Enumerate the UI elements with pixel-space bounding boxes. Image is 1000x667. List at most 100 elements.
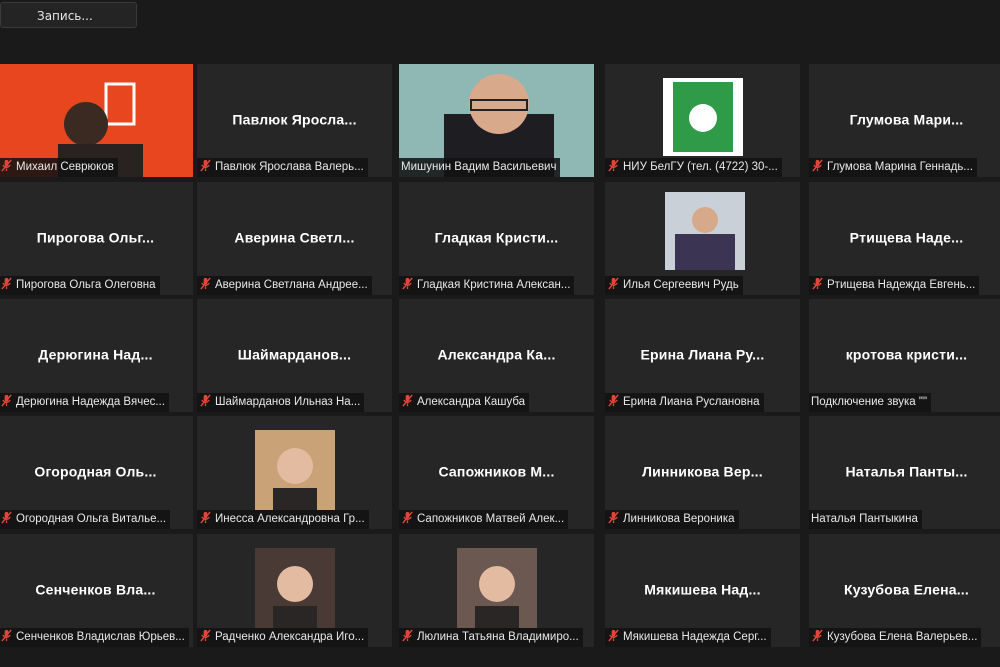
participant-name: Сапожников Матвей Алек... xyxy=(417,513,565,525)
participant-name: Михаил Севрюков xyxy=(16,161,114,173)
participant-name-label: Мишунин Вадим Васильевич xyxy=(399,158,561,177)
participant-name: Подключение звука "" xyxy=(811,396,928,408)
participant-name: Глумова Марина Геннадь... xyxy=(827,161,973,173)
participant-name-label: Аверина Светлана Андрее... xyxy=(197,276,372,295)
participant-name-label: Пирогова Ольга Олеговна xyxy=(0,276,160,295)
participant-name: Ерина Лиана Руслановна xyxy=(623,396,760,408)
participant-tile[interactable]: Глумова Мари... Глумова Марина Геннадь... xyxy=(809,64,1000,177)
university-logo xyxy=(663,78,743,156)
participant-name-display: Павлюк Яросла... xyxy=(232,110,357,127)
participant-name-label: Инесса Александровна Гр... xyxy=(197,510,369,529)
participant-gallery: Михаил Севрюков Павлюк Яросла... Павлюк Яр… xyxy=(0,64,1000,654)
participant-name: Кузубова Елена Валерьев... xyxy=(827,631,978,643)
participant-name-display: Сапожников М... xyxy=(438,462,555,479)
participant-tile[interactable]: Илья Сергеевич Рудь xyxy=(605,182,800,295)
participant-photo xyxy=(255,548,335,628)
participant-name-label: Гладкая Кристина Алексан... xyxy=(399,276,575,295)
mic-muted-icon xyxy=(200,277,211,290)
participant-tile[interactable]: Сапожников М... Сапожников Матвей Алек... xyxy=(399,416,594,529)
participant-tile[interactable]: Дерюгина Над... Дерюгина Надежда Вячес... xyxy=(0,299,193,412)
participant-name: Шаймарданов Ильназ На... xyxy=(215,396,361,408)
mic-muted-icon xyxy=(402,629,413,642)
participant-name: Аверина Светлана Андрее... xyxy=(215,279,368,291)
participant-name: Сенченков Владислав Юрьев... xyxy=(16,631,185,643)
participant-name-label: Дерюгина Надежда Вячес... xyxy=(0,393,169,412)
participant-tile[interactable]: Кузубова Елена... Кузубова Елена Валерьев… xyxy=(809,534,1000,647)
participant-tile[interactable]: Ртищева Наде... Ртищева Надежда Евгень... xyxy=(809,182,1000,295)
participant-name-label: Ртищева Надежда Евгень... xyxy=(809,276,980,295)
participant-name-label: Люлина Татьяна Владимиро... xyxy=(399,628,583,647)
participant-name: Люлина Татьяна Владимиро... xyxy=(417,631,579,643)
participant-tile[interactable]: Аверина Светл... Аверина Светлана Андрее.… xyxy=(197,182,392,295)
participant-name-display: Мякишева Над... xyxy=(644,580,761,597)
participant-tile[interactable]: Инесса Александровна Гр... xyxy=(197,416,392,529)
participant-tile[interactable]: Огородная Оль... Огородная Ольга Виталье.… xyxy=(0,416,193,529)
mic-muted-icon xyxy=(812,277,823,290)
participant-tile[interactable]: кротова кристи... Подключение звука "" xyxy=(809,299,1000,412)
participant-tile[interactable]: Радченко Александра Иго... xyxy=(197,534,392,647)
participant-name: Александра Кашуба xyxy=(417,396,526,408)
mic-muted-icon xyxy=(1,511,12,524)
participant-name-label: Илья Сергеевич Рудь xyxy=(605,276,743,295)
participant-name-display: Александра Ка... xyxy=(437,345,556,362)
participant-name-label: Павлюк Ярослава Валерь... xyxy=(197,158,368,177)
participant-name: Гладкая Кристина Алексан... xyxy=(417,279,571,291)
participant-name-display: Ерина Лиана Ру... xyxy=(640,345,765,362)
mic-muted-icon xyxy=(608,277,619,290)
mic-muted-icon xyxy=(200,159,211,172)
mic-muted-icon xyxy=(1,394,12,407)
participant-name: Радченко Александра Иго... xyxy=(215,631,365,643)
participant-tile[interactable]: Гладкая Кристи... Гладкая Кристина Алекса… xyxy=(399,182,594,295)
mic-muted-icon xyxy=(608,629,619,642)
participant-name-label: Александра Кашуба xyxy=(399,393,530,412)
participant-name-display: Ртищева Наде... xyxy=(849,228,964,245)
participant-tile[interactable]: Люлина Татьяна Владимиро... xyxy=(399,534,594,647)
mic-muted-icon xyxy=(402,511,413,524)
participant-name: Дерюгина Надежда Вячес... xyxy=(16,396,165,408)
participant-name-display: Гладкая Кристи... xyxy=(434,228,559,245)
participant-name: Павлюк Ярослава Валерь... xyxy=(215,161,364,173)
participant-name-display: Наталья Панты... xyxy=(845,462,968,479)
participant-name: Илья Сергеевич Рудь xyxy=(623,279,739,291)
participant-tile[interactable]: Михаил Севрюков xyxy=(0,64,193,177)
mic-muted-icon xyxy=(1,277,12,290)
participant-tile[interactable]: Мякишева Над... Мякишева Надежда Серг... xyxy=(605,534,800,647)
participant-tile[interactable]: Сенченков Вла... Сенченков Владислав Юрье… xyxy=(0,534,193,647)
participant-tile[interactable]: Александра Ка... Александра Кашуба xyxy=(399,299,594,412)
mic-muted-icon xyxy=(402,394,413,407)
participant-tile[interactable]: Ерина Лиана Ру... Ерина Лиана Руслановна xyxy=(605,299,800,412)
participant-name: Линникова Вероника xyxy=(623,513,735,525)
mic-muted-icon xyxy=(200,629,211,642)
participant-name: Инесса Александровна Гр... xyxy=(215,513,365,525)
participant-name: Огородная Ольга Виталье... xyxy=(16,513,167,525)
participant-name-label: Подключение звука "" xyxy=(809,393,932,412)
participant-name-label: Шаймарданов Ильназ На... xyxy=(197,393,365,412)
participant-name-label: Радченко Александра Иго... xyxy=(197,628,369,647)
participant-photo xyxy=(457,548,537,628)
mic-muted-icon xyxy=(812,159,823,172)
participant-name-label: НИУ БелГУ (тел. (4722) 30-... xyxy=(605,158,782,177)
participant-name-label: Огородная Ольга Виталье... xyxy=(0,510,171,529)
participant-name-display: кротова кристи... xyxy=(845,345,968,362)
mic-muted-icon xyxy=(402,277,413,290)
mic-muted-icon xyxy=(200,511,211,524)
mic-muted-icon xyxy=(608,394,619,407)
participant-photo xyxy=(255,430,335,510)
participant-name-display: Глумова Мари... xyxy=(849,110,964,127)
mic-muted-icon xyxy=(1,159,12,172)
participant-tile[interactable]: Пирогова Ольг... Пирогова Ольга Олеговна xyxy=(0,182,193,295)
participant-name: Наталья Пантыкина xyxy=(811,513,918,525)
participant-name-display: Пирогова Ольг... xyxy=(36,228,155,245)
participant-tile[interactable]: Линникова Вер... Линникова Вероника xyxy=(605,416,800,529)
participant-name-label: Глумова Марина Геннадь... xyxy=(809,158,977,177)
participant-tile[interactable]: Шаймарданов... Шаймарданов Ильназ На... xyxy=(197,299,392,412)
participant-name-label: Сапожников Матвей Алек... xyxy=(399,510,569,529)
participant-tile[interactable]: Наталья Панты... Наталья Пантыкина xyxy=(809,416,1000,529)
recording-button[interactable]: Запись... xyxy=(0,2,137,28)
participant-tile[interactable]: Павлюк Яросла... Павлюк Ярослава Валерь..… xyxy=(197,64,392,177)
participant-name-label: Линникова Вероника xyxy=(605,510,739,529)
participant-tile[interactable]: Мишунин Вадим Васильевич xyxy=(399,64,594,177)
participant-tile[interactable]: НИУ БелГУ (тел. (4722) 30-... xyxy=(605,64,800,177)
participant-name-display: Сенченков Вла... xyxy=(35,580,156,597)
participant-name-label: Михаил Севрюков xyxy=(0,158,118,177)
